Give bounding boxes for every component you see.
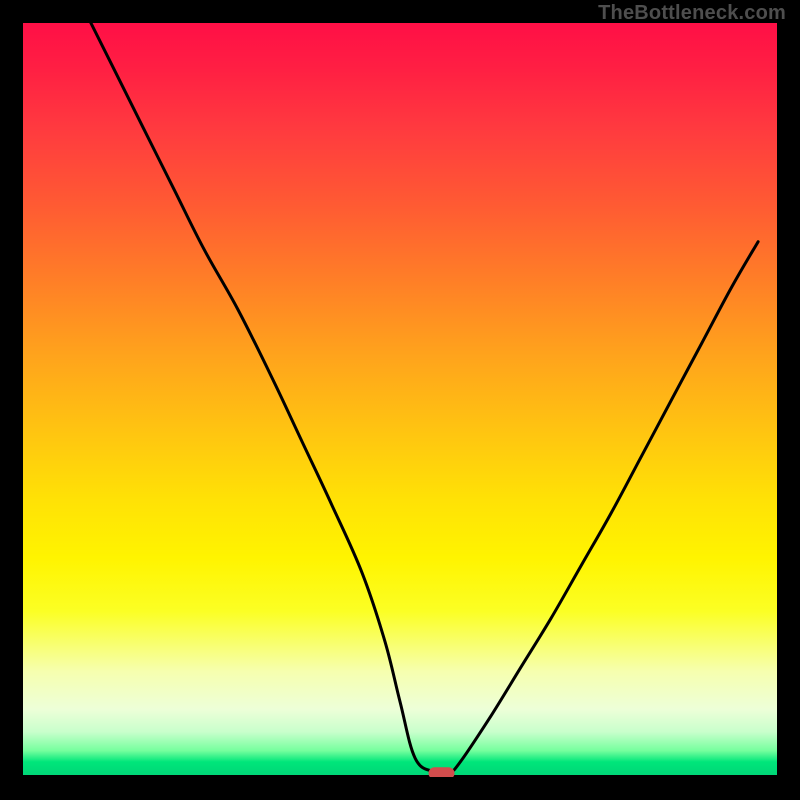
chart-frame: TheBottleneck.com	[0, 0, 800, 800]
plot-area	[23, 23, 777, 777]
attribution-text: TheBottleneck.com	[598, 2, 786, 25]
bottleneck-curve	[23, 23, 777, 777]
